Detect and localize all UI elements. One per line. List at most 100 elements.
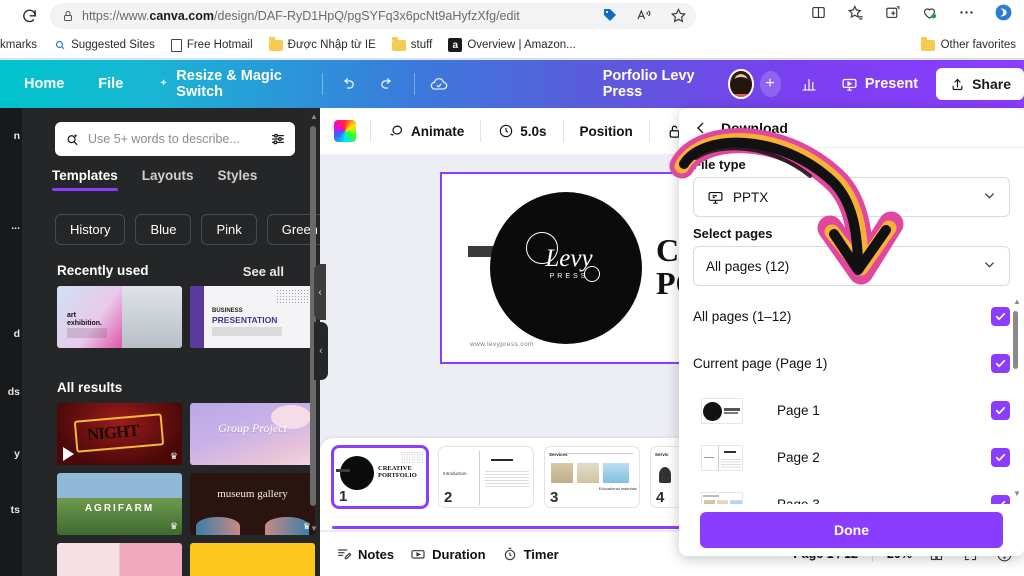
page-thumbnail-2[interactable]: Introduction 2	[438, 446, 534, 508]
rainbow-color-swatch[interactable]	[334, 120, 356, 142]
chip-blue[interactable]: Blue	[135, 214, 192, 245]
recently-used-grid: art exhibition. BUSINESS PRESENTATION	[57, 286, 315, 348]
cloud-saved-icon[interactable]	[426, 69, 450, 99]
scroll-up-icon[interactable]: ▲	[1013, 297, 1021, 306]
page-thumbnail-title: Introduction	[443, 471, 467, 476]
rail-label-brand[interactable]: d	[0, 328, 22, 340]
tab-layouts[interactable]: Layouts	[142, 168, 194, 191]
chip-pink[interactable]: Pink	[201, 214, 257, 245]
copilot-shopping-icon[interactable]	[919, 2, 939, 22]
tab-templates[interactable]: Templates	[52, 168, 118, 191]
template-card[interactable]	[190, 543, 315, 576]
page-option-current[interactable]: Current page (Page 1)	[679, 340, 1024, 387]
template-card[interactable]: art exhibition.	[57, 286, 182, 348]
page-option-row[interactable]: Page 1	[679, 387, 1024, 434]
page-icon	[170, 38, 182, 52]
present-button[interactable]: Present	[841, 75, 918, 93]
bookmark-item[interactable]: stuff	[391, 36, 432, 51]
file-type-select[interactable]: PPTX	[693, 177, 1010, 217]
panel-tabs: Templates Layouts Styles	[52, 168, 312, 191]
template-card[interactable]: Group Project	[190, 403, 315, 465]
bookmark-item[interactable]: kmarks	[0, 39, 37, 51]
rail-label-projects[interactable]: ts	[0, 504, 22, 516]
bookmark-label: Overview | Amazon...	[467, 39, 576, 51]
split-screen-icon[interactable]	[808, 2, 828, 22]
rail-label-draw[interactable]: y	[0, 448, 22, 460]
resize-magic-switch-button[interactable]: Resize & Magic Switch	[157, 68, 300, 100]
select-pages-label: Select pages	[693, 226, 773, 241]
checkbox-checked[interactable]	[991, 401, 1010, 420]
notes-icon	[336, 546, 352, 562]
notes-button[interactable]: Notes	[336, 546, 394, 562]
templates-panel: Use 5+ words to describe... Templates La…	[22, 108, 320, 576]
animate-button[interactable]: Animate	[379, 122, 472, 140]
scroll-down-icon[interactable]: ▼	[310, 524, 318, 533]
page-thumbnail-1[interactable]: CREATIVE PORTFOLIO 1	[332, 446, 428, 508]
add-collaborator-button[interactable]: +	[759, 71, 781, 97]
done-button[interactable]: Done	[700, 512, 1003, 548]
duration-bottom-button[interactable]: Duration	[410, 546, 486, 562]
page-option-row[interactable]: Page 2	[679, 434, 1024, 481]
avatar[interactable]	[728, 69, 754, 99]
insights-chart-icon[interactable]	[797, 69, 821, 99]
template-card[interactable]: AGRIFARM ♛	[57, 473, 182, 535]
share-button[interactable]: Share	[936, 68, 1024, 100]
chevron-down-icon[interactable]	[982, 188, 997, 206]
more-options-icon[interactable]	[956, 2, 976, 22]
slide-url-text: www.levypress.com	[470, 341, 534, 348]
panel-collapse-handle[interactable]: ‹	[314, 322, 328, 380]
rail-label-design[interactable]: n	[0, 130, 22, 142]
favorite-star-icon[interactable]	[668, 5, 688, 25]
chevron-down-icon[interactable]	[982, 257, 997, 275]
template-card-title	[190, 549, 315, 556]
bookmark-item[interactable]: a Overview | Amazon...	[448, 38, 576, 52]
all-results-grid: NIGHT ♛ Group Project AGRIFARM ♛ museum …	[57, 403, 315, 576]
select-pages-select[interactable]: All pages (12)	[693, 246, 1010, 286]
copilot-icon[interactable]	[993, 2, 1013, 22]
duration-button[interactable]: 5.0s	[489, 123, 554, 140]
other-favorites-button[interactable]: Other favorites	[920, 32, 1016, 58]
scroll-down-icon[interactable]: ▼	[1013, 489, 1021, 498]
chip-history[interactable]: History	[55, 214, 126, 245]
canvas-left-handle[interactable]: ‹	[314, 264, 326, 320]
reload-icon[interactable]	[16, 3, 42, 29]
bookmark-item[interactable]: Free Hotmail	[170, 38, 253, 52]
scrollbar-thumb[interactable]	[1013, 311, 1018, 369]
price-tag-icon[interactable]	[600, 5, 620, 25]
file-menu-button[interactable]: File	[98, 76, 123, 92]
document-title[interactable]: Porfolio Levy Press	[603, 68, 713, 100]
tab-styles[interactable]: Styles	[218, 168, 258, 191]
download-panel-header: Download	[679, 108, 1024, 148]
filter-sliders-icon[interactable]	[270, 131, 286, 147]
template-card[interactable]: NIGHT ♛	[57, 403, 182, 465]
play-icon[interactable]	[63, 447, 74, 461]
collections-icon[interactable]	[845, 2, 865, 22]
address-bar[interactable]: https://www.canva.com/design/DAF-RyD1HpQ…	[50, 3, 696, 29]
template-card[interactable]: museum gallery ♛	[190, 473, 315, 535]
template-card[interactable]: BUSINESS PRESENTATION	[190, 286, 315, 348]
template-card[interactable]	[57, 543, 182, 576]
page-thumbnail-3[interactable]: Services Educational materials 3	[544, 446, 640, 508]
bookmark-item[interactable]: Suggested Sites	[53, 39, 155, 52]
scroll-up-icon[interactable]: ▲	[310, 112, 318, 121]
position-button[interactable]: Position	[572, 124, 641, 139]
read-aloud-icon[interactable]	[634, 5, 654, 25]
redo-icon[interactable]	[375, 69, 399, 99]
see-all-link[interactable]: See all	[243, 264, 284, 279]
chevron-left-icon[interactable]	[693, 120, 709, 136]
download-footer: Done	[679, 504, 1024, 556]
rail-label-elements[interactable]: ...	[0, 220, 22, 232]
page-thumbnail	[701, 444, 743, 471]
timer-button[interactable]: Timer	[502, 546, 559, 562]
bookmark-item[interactable]: Được Nhập từ IE	[268, 36, 376, 51]
browser-essentials-icon[interactable]	[882, 2, 902, 22]
rail-label-uploads[interactable]: ds	[0, 386, 22, 398]
checkbox-checked[interactable]	[991, 307, 1010, 326]
checkbox-checked[interactable]	[991, 448, 1010, 467]
page-option-all[interactable]: All pages (1–12)	[679, 293, 1024, 340]
undo-icon[interactable]	[335, 69, 359, 99]
home-button[interactable]: Home	[24, 76, 64, 92]
search-input[interactable]: Use 5+ words to describe...	[55, 122, 295, 156]
page-list-scrollbar[interactable]: ▲ ▼	[1013, 297, 1021, 498]
checkbox-checked[interactable]	[991, 354, 1010, 373]
